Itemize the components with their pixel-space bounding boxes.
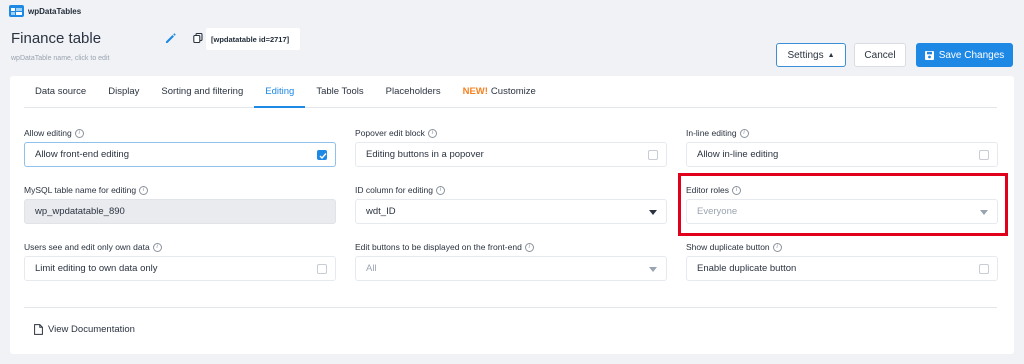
wpdatatables-logo-icon bbox=[9, 5, 24, 17]
own-data-label: Users see and edit only own data i bbox=[24, 242, 162, 252]
info-icon[interactable]: i bbox=[427, 128, 437, 138]
copy-icon[interactable] bbox=[193, 33, 203, 43]
allow-editing-checkbox-field[interactable]: Allow front-end editing bbox=[24, 142, 336, 167]
own-data-checkbox-field[interactable]: Limit editing to own data only bbox=[24, 256, 336, 281]
divider bbox=[24, 307, 997, 308]
popover-edit-label: Popover edit block i bbox=[355, 128, 437, 138]
mysql-table-input[interactable]: wp_wpdatatable_890 bbox=[24, 199, 336, 224]
mysql-table-label: MySQL table name for editing i bbox=[24, 185, 149, 195]
info-icon[interactable]: i bbox=[524, 242, 534, 252]
tab-placeholders[interactable]: Placeholders bbox=[375, 76, 452, 108]
chevron-up-icon: ▲ bbox=[827, 51, 835, 59]
info-icon[interactable]: i bbox=[74, 128, 84, 138]
id-column-label: ID column for editing i bbox=[355, 185, 445, 195]
tab-sorting-filtering[interactable]: Sorting and filtering bbox=[150, 76, 254, 108]
brand-name: wpDataTables bbox=[28, 6, 82, 16]
table-title[interactable]: Finance table bbox=[11, 30, 101, 47]
save-changes-button[interactable]: Save Changes bbox=[916, 43, 1013, 67]
table-title-hint: wpDataTable name, click to edit bbox=[11, 55, 110, 62]
cancel-button[interactable]: Cancel bbox=[854, 43, 906, 67]
tab-customize[interactable]: NEW! Customize bbox=[452, 76, 547, 108]
document-icon bbox=[34, 324, 43, 335]
checkbox[interactable] bbox=[979, 150, 989, 160]
caret-down-icon bbox=[649, 267, 657, 272]
checkbox[interactable] bbox=[648, 150, 658, 160]
edit-buttons-select[interactable]: All bbox=[355, 256, 667, 281]
info-icon[interactable]: i bbox=[435, 185, 445, 195]
info-icon[interactable]: i bbox=[739, 128, 749, 138]
tab-data-source[interactable]: Data source bbox=[24, 76, 97, 108]
checkbox[interactable] bbox=[979, 264, 989, 274]
highlight-annotation bbox=[678, 173, 1008, 236]
new-badge: NEW! bbox=[462, 86, 488, 97]
pencil-icon[interactable] bbox=[165, 32, 177, 44]
popover-edit-checkbox-field[interactable]: Editing buttons in a popover bbox=[355, 142, 667, 167]
save-disk-icon bbox=[924, 50, 934, 60]
info-icon[interactable]: i bbox=[152, 242, 162, 252]
view-documentation-link[interactable]: View Documentation bbox=[34, 324, 135, 335]
duplicate-checkbox-field[interactable]: Enable duplicate button bbox=[686, 256, 998, 281]
info-icon[interactable]: i bbox=[772, 242, 782, 252]
settings-button[interactable]: Settings ▲ bbox=[776, 43, 846, 67]
checkbox[interactable] bbox=[317, 264, 327, 274]
caret-down-icon bbox=[649, 210, 657, 215]
settings-tabs: Data source Display Sorting and filterin… bbox=[24, 76, 997, 108]
inline-editing-checkbox-field[interactable]: Allow in-line editing bbox=[686, 142, 998, 167]
checkbox-checked[interactable] bbox=[317, 150, 327, 160]
tab-display[interactable]: Display bbox=[97, 76, 150, 108]
inline-editing-label: In-line editing i bbox=[686, 128, 749, 138]
tab-table-tools[interactable]: Table Tools bbox=[305, 76, 374, 108]
save-changes-label: Save Changes bbox=[938, 49, 1005, 61]
info-icon[interactable]: i bbox=[139, 185, 149, 195]
tab-editing[interactable]: Editing bbox=[254, 76, 306, 108]
duplicate-label: Show duplicate button i bbox=[686, 242, 782, 252]
allow-editing-label: Allow editing i bbox=[24, 128, 84, 138]
brand: wpDataTables bbox=[9, 5, 81, 17]
shortcode-label[interactable]: [wpdatatable id=2717] bbox=[206, 28, 300, 50]
edit-buttons-label: Edit buttons to be displayed on the fron… bbox=[355, 242, 534, 252]
id-column-select[interactable]: wdt_ID bbox=[355, 199, 667, 224]
settings-button-label: Settings bbox=[787, 49, 824, 61]
